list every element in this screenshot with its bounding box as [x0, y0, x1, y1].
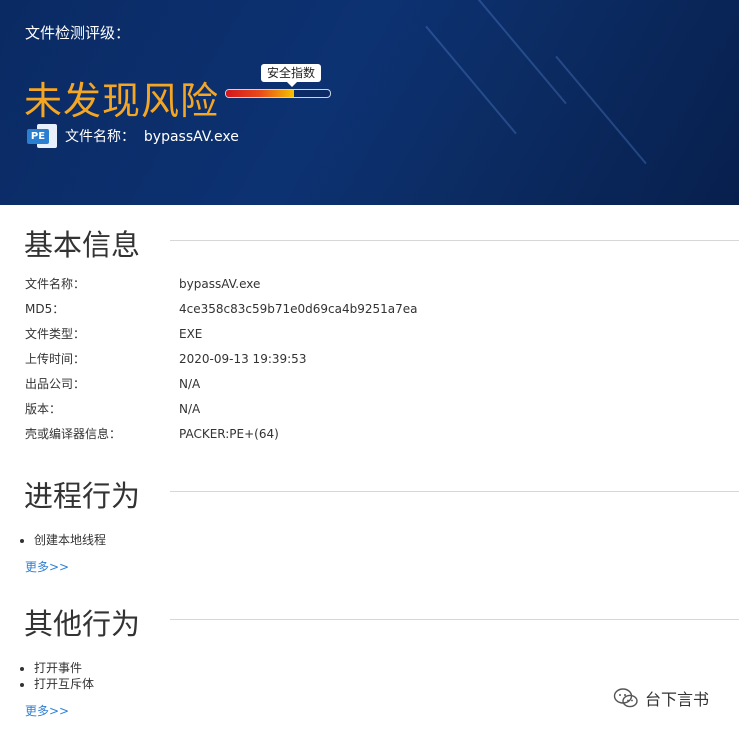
section-title-process-behavior: 进程行为 [24, 479, 141, 513]
info-key: 出品公司： [25, 377, 86, 391]
decorative-streak [425, 25, 517, 135]
info-value: EXE [179, 327, 203, 341]
report-header: 文件检测评级： 未发现风险 安全指数 PE 文件名称： bypassAV.exe [0, 0, 739, 205]
info-key: 版本： [25, 402, 62, 416]
info-key: 壳或编译器信息： [25, 427, 122, 441]
info-value: PACKER:PE+(64) [179, 427, 279, 441]
process-more-link[interactable]: 更多>> [25, 558, 69, 575]
watermark: 台下言书 [613, 686, 709, 710]
verdict-text: 未发现风险 [24, 79, 220, 123]
info-key: 文件名称： [25, 277, 86, 291]
info-key: 上传时间： [25, 352, 86, 366]
list-item: 打开互斥体 [34, 676, 94, 692]
info-value: N/A [179, 402, 201, 416]
info-key: 文件类型： [25, 327, 86, 341]
watermark-text: 台下言书 [645, 690, 710, 709]
section-title-other-behavior: 其他行为 [24, 607, 141, 641]
decorative-streak [475, 0, 567, 105]
section-divider [170, 619, 739, 620]
process-behavior-list: 创建本地线程 [17, 532, 106, 548]
list-item: 打开事件 [34, 660, 94, 676]
pe-file-icon: PE [27, 124, 57, 148]
section-divider [170, 240, 739, 241]
info-value: 4ce358c83c59b71e0d69ca4b9251a7ea [179, 302, 418, 316]
wechat-icon [613, 688, 638, 708]
rating-label: 文件检测评级： [25, 24, 131, 42]
section-title-basic-info: 基本信息 [24, 228, 141, 262]
file-name-row: PE 文件名称： bypassAV.exe [27, 124, 239, 148]
list-item: 创建本地线程 [34, 532, 106, 548]
info-value: 2020-09-13 19:39:53 [179, 352, 307, 366]
safety-index-meter [225, 89, 331, 98]
other-behavior-list: 打开事件 打开互斥体 [17, 660, 94, 692]
other-more-link[interactable]: 更多>> [25, 702, 69, 719]
file-name-text: 文件名称： bypassAV.exe [65, 129, 239, 145]
info-value: N/A [179, 377, 201, 391]
section-divider [170, 491, 739, 492]
decorative-streak [555, 55, 647, 165]
info-key: MD5： [25, 302, 65, 316]
info-value: bypassAV.exe [179, 277, 261, 291]
safety-index-fill [226, 90, 294, 97]
safety-index-badge: 安全指数 [261, 64, 322, 87]
